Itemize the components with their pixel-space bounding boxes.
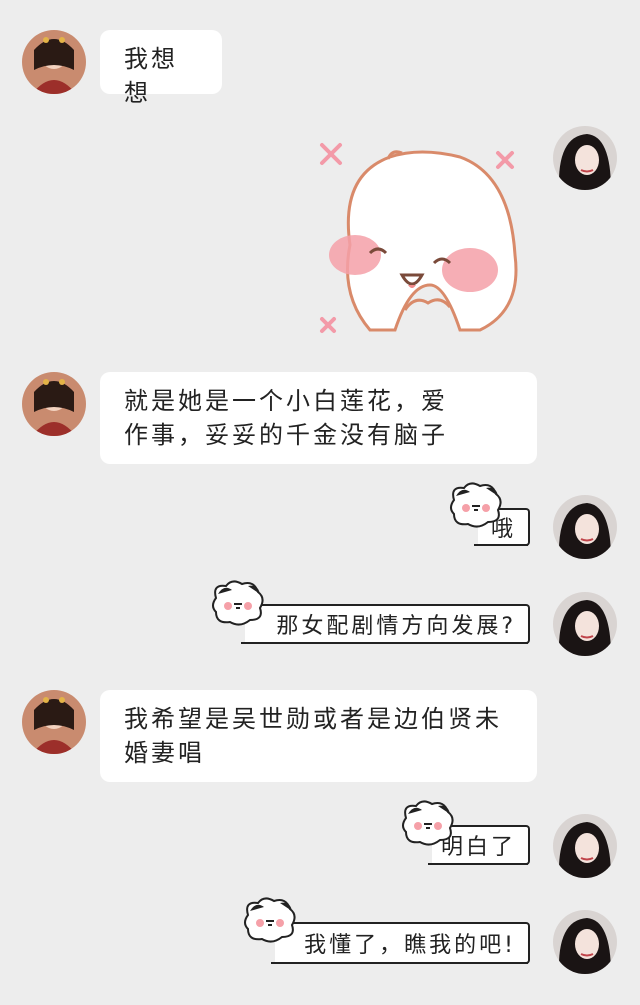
message-bubble-right: 那女配剧情方向发展? [241,604,530,644]
avatar-right[interactable] [553,592,617,656]
avatar-left[interactable] [22,690,86,754]
message-text: 我希望是吴世勋或者是边伯贤未婚妻唱 [124,705,502,767]
sheep-icon [210,580,266,628]
avatar-left[interactable] [22,30,86,94]
avatar-right[interactable] [553,126,617,190]
avatar-right[interactable] [553,910,617,974]
sheep-icon [400,800,456,848]
avatar-right[interactable] [553,814,617,878]
message-text: 就是她是一个小白莲花，爱作事，妥妥的千金没有脑子 [124,387,448,449]
message-bubble-left: 我想想 [100,30,222,107]
sheep-icon [242,897,298,945]
sheep-icon [448,482,504,530]
message-text: 那女配剧情方向发展? [276,614,516,639]
message-text: 我懂了，瞧我的吧! [304,933,516,958]
message-bubble-right: 我懂了，瞧我的吧! [271,922,530,964]
avatar-right[interactable] [553,495,617,559]
avatar-left[interactable] [22,372,86,436]
message-text: 我想想 [124,45,178,107]
bunny-sticker[interactable] [310,135,535,345]
message-bubble-left: 我希望是吴世勋或者是边伯贤未婚妻唱 [100,690,537,782]
message-bubble-left: 就是她是一个小白莲花，爱作事，妥妥的千金没有脑子 [100,372,537,464]
